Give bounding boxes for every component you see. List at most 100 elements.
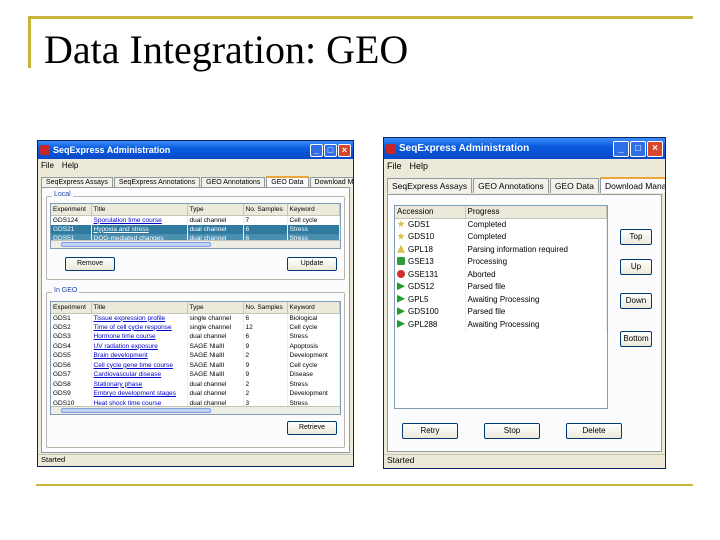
tab-geo-annotations[interactable]: GEO Annotations <box>201 177 266 187</box>
tab-strip: SeqExpress Assays GEO Annotations GEO Da… <box>384 175 665 193</box>
tab-download-manager[interactable]: Download Manager <box>309 177 353 187</box>
horizontal-scrollbar[interactable] <box>51 240 340 248</box>
progress-label: Processing <box>465 255 607 268</box>
download-item[interactable]: GSE13 Processing <box>395 255 607 268</box>
column-header[interactable]: No. Samples <box>243 302 288 314</box>
ok-icon <box>397 220 405 228</box>
download-item[interactable]: GDS12 Parsed file <box>395 280 607 293</box>
table-row[interactable]: GDS21 Hypoxia and stress dual channel 6 … <box>51 224 340 234</box>
accession-label: GPL18 <box>408 244 433 254</box>
window-titlebar[interactable]: SeqExpress Administration _ □ × <box>384 138 665 159</box>
slide-title: Data Integration: GEO <box>44 27 409 72</box>
accession-label: GDS10 <box>408 232 435 242</box>
close-icon[interactable]: × <box>647 140 663 157</box>
table-row[interactable]: GDS3 Hormone time course dual channel 6 Stre… <box>51 332 340 342</box>
in-geo-grid[interactable]: Experiment Title Type No. Samples Keywor… <box>50 301 341 415</box>
tab-geo-data[interactable]: GEO Data <box>549 178 600 193</box>
retrieve-button[interactable]: Retrieve <box>287 421 337 435</box>
accession-label: GPL5 <box>408 294 429 304</box>
maximize-icon[interactable]: □ <box>324 143 337 157</box>
download-item[interactable]: GPL288 Awaiting Processing <box>395 318 607 331</box>
scrollbar-thumb[interactable] <box>61 242 211 247</box>
app-icon <box>40 145 50 155</box>
download-item[interactable]: GDS10 Completed <box>395 230 607 243</box>
move-down-button[interactable]: Down <box>620 293 652 309</box>
progress-label: Awaiting Processing <box>465 293 607 306</box>
play-icon <box>397 307 405 316</box>
download-item[interactable]: GDS1 Completed <box>395 218 607 231</box>
menu-help[interactable]: Help <box>410 161 429 171</box>
slide-bottom-rule <box>36 484 693 486</box>
progress-label: Completed <box>465 230 607 243</box>
column-header[interactable]: Keyword <box>287 302 340 314</box>
table-row[interactable]: GDS8 Stationary phase dual channel 2 Stress <box>51 379 340 389</box>
table-row[interactable]: GDS7 Cardiovascular disease SAGE NlaIII 9 Di… <box>51 370 340 380</box>
minimize-icon[interactable]: _ <box>613 140 629 157</box>
progress-label: Parsed file <box>465 280 607 293</box>
accession-label: GSE13 <box>408 257 434 267</box>
column-header[interactable]: Progress <box>465 206 607 219</box>
scrollbar-thumb[interactable] <box>61 408 211 413</box>
tab-strip: SeqExpress Assays SeqExpress Annotations… <box>38 173 353 187</box>
window-title: SeqExpress Administration <box>399 143 530 154</box>
remove-button[interactable]: Remove <box>65 257 115 271</box>
app-icon <box>386 143 396 154</box>
progress-label: Aborted <box>465 268 607 281</box>
move-top-button[interactable]: Top <box>620 229 652 245</box>
accession-label: GDS12 <box>408 282 435 292</box>
move-up-button[interactable]: Up <box>620 259 652 275</box>
table-row[interactable]: GDS4 UV radiation exposure SAGE NlaIII 9 Apo… <box>51 341 340 351</box>
tab-panel: Local Experiment Title Type No. Samples … <box>41 187 350 453</box>
column-header[interactable]: Type <box>187 302 244 314</box>
maximize-icon[interactable]: □ <box>630 140 646 157</box>
tab-download-manager[interactable]: Download Manager <box>600 177 665 193</box>
update-button[interactable]: Update <box>287 257 337 271</box>
close-icon[interactable]: × <box>338 143 351 157</box>
column-header[interactable]: Title <box>91 302 188 314</box>
window-title: SeqExpress Administration <box>53 145 171 155</box>
column-header[interactable]: Keyword <box>287 204 340 216</box>
move-bottom-button[interactable]: Bottom <box>620 331 652 347</box>
play-icon <box>397 294 405 303</box>
table-row[interactable]: GDS5 Brain development SAGE NlaIII 2 Develop… <box>51 351 340 361</box>
menu-file[interactable]: File <box>41 161 54 170</box>
local-grid[interactable]: Experiment Title Type No. Samples Keywor… <box>50 203 341 249</box>
retry-button[interactable]: Retry <box>402 423 458 439</box>
processing-icon <box>397 257 405 266</box>
local-group-label: Local <box>52 191 73 198</box>
accession-label: GPL288 <box>408 319 438 329</box>
column-header[interactable]: Experiment <box>51 302 92 314</box>
minimize-icon[interactable]: _ <box>310 143 323 157</box>
stop-button[interactable]: Stop <box>484 423 540 439</box>
menu-help[interactable]: Help <box>62 161 78 170</box>
admin-window-download-manager: SeqExpress Administration _ □ × File Hel… <box>383 137 666 469</box>
play-icon <box>397 319 405 328</box>
menu-file[interactable]: File <box>387 161 402 171</box>
column-header[interactable]: Experiment <box>51 204 92 216</box>
column-header[interactable]: Accession <box>395 206 466 219</box>
progress-label: Parsing information required <box>465 243 607 256</box>
table-row[interactable]: GDS124 Sporulation time course dual chan… <box>51 215 340 225</box>
table-row[interactable]: GDS2 Time of cell cycle response single ch… <box>51 322 340 332</box>
column-header[interactable]: No. Samples <box>243 204 288 216</box>
status-bar: Started <box>38 454 353 466</box>
table-row[interactable]: GDS9 Embryo development stages dual channe… <box>51 389 340 399</box>
download-queue-list[interactable]: Accession Progress GDS1 Completed GDS10 Com… <box>394 205 608 409</box>
table-row[interactable]: GDS6 Cell cycle gene time course SAGE NlaI… <box>51 360 340 370</box>
accession-label: GDS100 <box>408 307 439 317</box>
column-header[interactable]: Title <box>91 204 188 216</box>
download-item[interactable]: GDS100 Parsed file <box>395 305 607 318</box>
window-titlebar[interactable]: SeqExpress Administration _ □ × <box>38 141 353 159</box>
download-item[interactable]: GPL18 Parsing information required <box>395 243 607 256</box>
tab-geo-annotations[interactable]: GEO Annotations <box>473 178 549 193</box>
download-item[interactable]: GPL5 Awaiting Processing <box>395 293 607 306</box>
download-item[interactable]: GSE131 Aborted <box>395 268 607 281</box>
table-row[interactable]: GDS1 Tissue expression profile single chan… <box>51 313 340 323</box>
tab-seqexpress-assays[interactable]: SeqExpress Assays <box>41 177 113 187</box>
tab-geo-data[interactable]: GEO Data <box>266 176 309 187</box>
tab-seqexpress-annotations[interactable]: SeqExpress Annotations <box>113 177 201 187</box>
delete-button[interactable]: Delete <box>566 423 622 439</box>
horizontal-scrollbar[interactable] <box>51 406 340 414</box>
tab-seqexpress-assays[interactable]: SeqExpress Assays <box>387 178 473 193</box>
column-header[interactable]: Type <box>187 204 244 216</box>
